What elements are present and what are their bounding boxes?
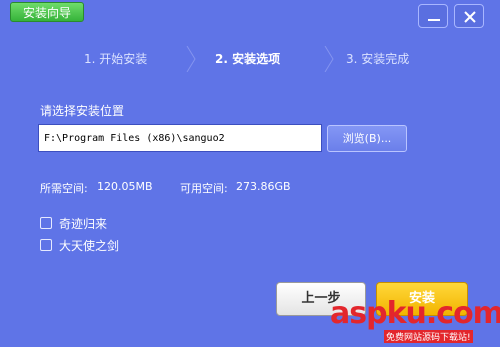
- chevron-right-icon: [324, 46, 334, 72]
- checkbox[interactable]: [40, 217, 52, 229]
- step-install-complete: 3. 安装完成: [346, 52, 410, 66]
- checkbox[interactable]: [40, 239, 52, 251]
- required-space-label: 所需空间:: [40, 182, 88, 195]
- step-start-install: 1. 开始安装: [84, 52, 148, 66]
- minimize-icon: [428, 19, 440, 21]
- window-title: 安装向导: [10, 2, 84, 22]
- step-install-options: 2. 安装选项: [215, 52, 281, 66]
- watermark: aspku.com 免费网站源码下载站!: [330, 296, 500, 347]
- option-miracle-return[interactable]: 奇迹归来: [40, 215, 107, 231]
- available-space-label: 可用空间:: [180, 182, 228, 195]
- option-label: 大天使之剑: [59, 238, 120, 253]
- option-archangel-sword[interactable]: 大天使之剑: [40, 237, 119, 253]
- steps-bar: 1. 开始安装 2. 安装选项 3. 安装完成: [36, 46, 468, 72]
- required-space-value: 120.05MB: [97, 180, 153, 193]
- close-icon: [464, 11, 476, 23]
- install-path-input[interactable]: [38, 124, 322, 152]
- chevron-right-icon: [186, 46, 196, 72]
- option-label: 奇迹归来: [59, 216, 108, 231]
- installer-window: 安装向导 1. 开始安装 2. 安装选项 3. 安装完成 请选择安装位置 浏览(…: [0, 0, 500, 347]
- available-space-value: 273.86GB: [236, 180, 291, 193]
- browse-button[interactable]: 浏览(B)...: [327, 125, 407, 152]
- watermark-brand: aspku.com: [330, 296, 500, 331]
- install-location-label: 请选择安装位置: [40, 104, 125, 118]
- watermark-subtext: 免费网站源码下载站!: [384, 330, 473, 343]
- minimize-button[interactable]: [418, 4, 448, 28]
- watermark-brand-text: aspku.com: [330, 296, 500, 331]
- close-button[interactable]: [454, 4, 484, 28]
